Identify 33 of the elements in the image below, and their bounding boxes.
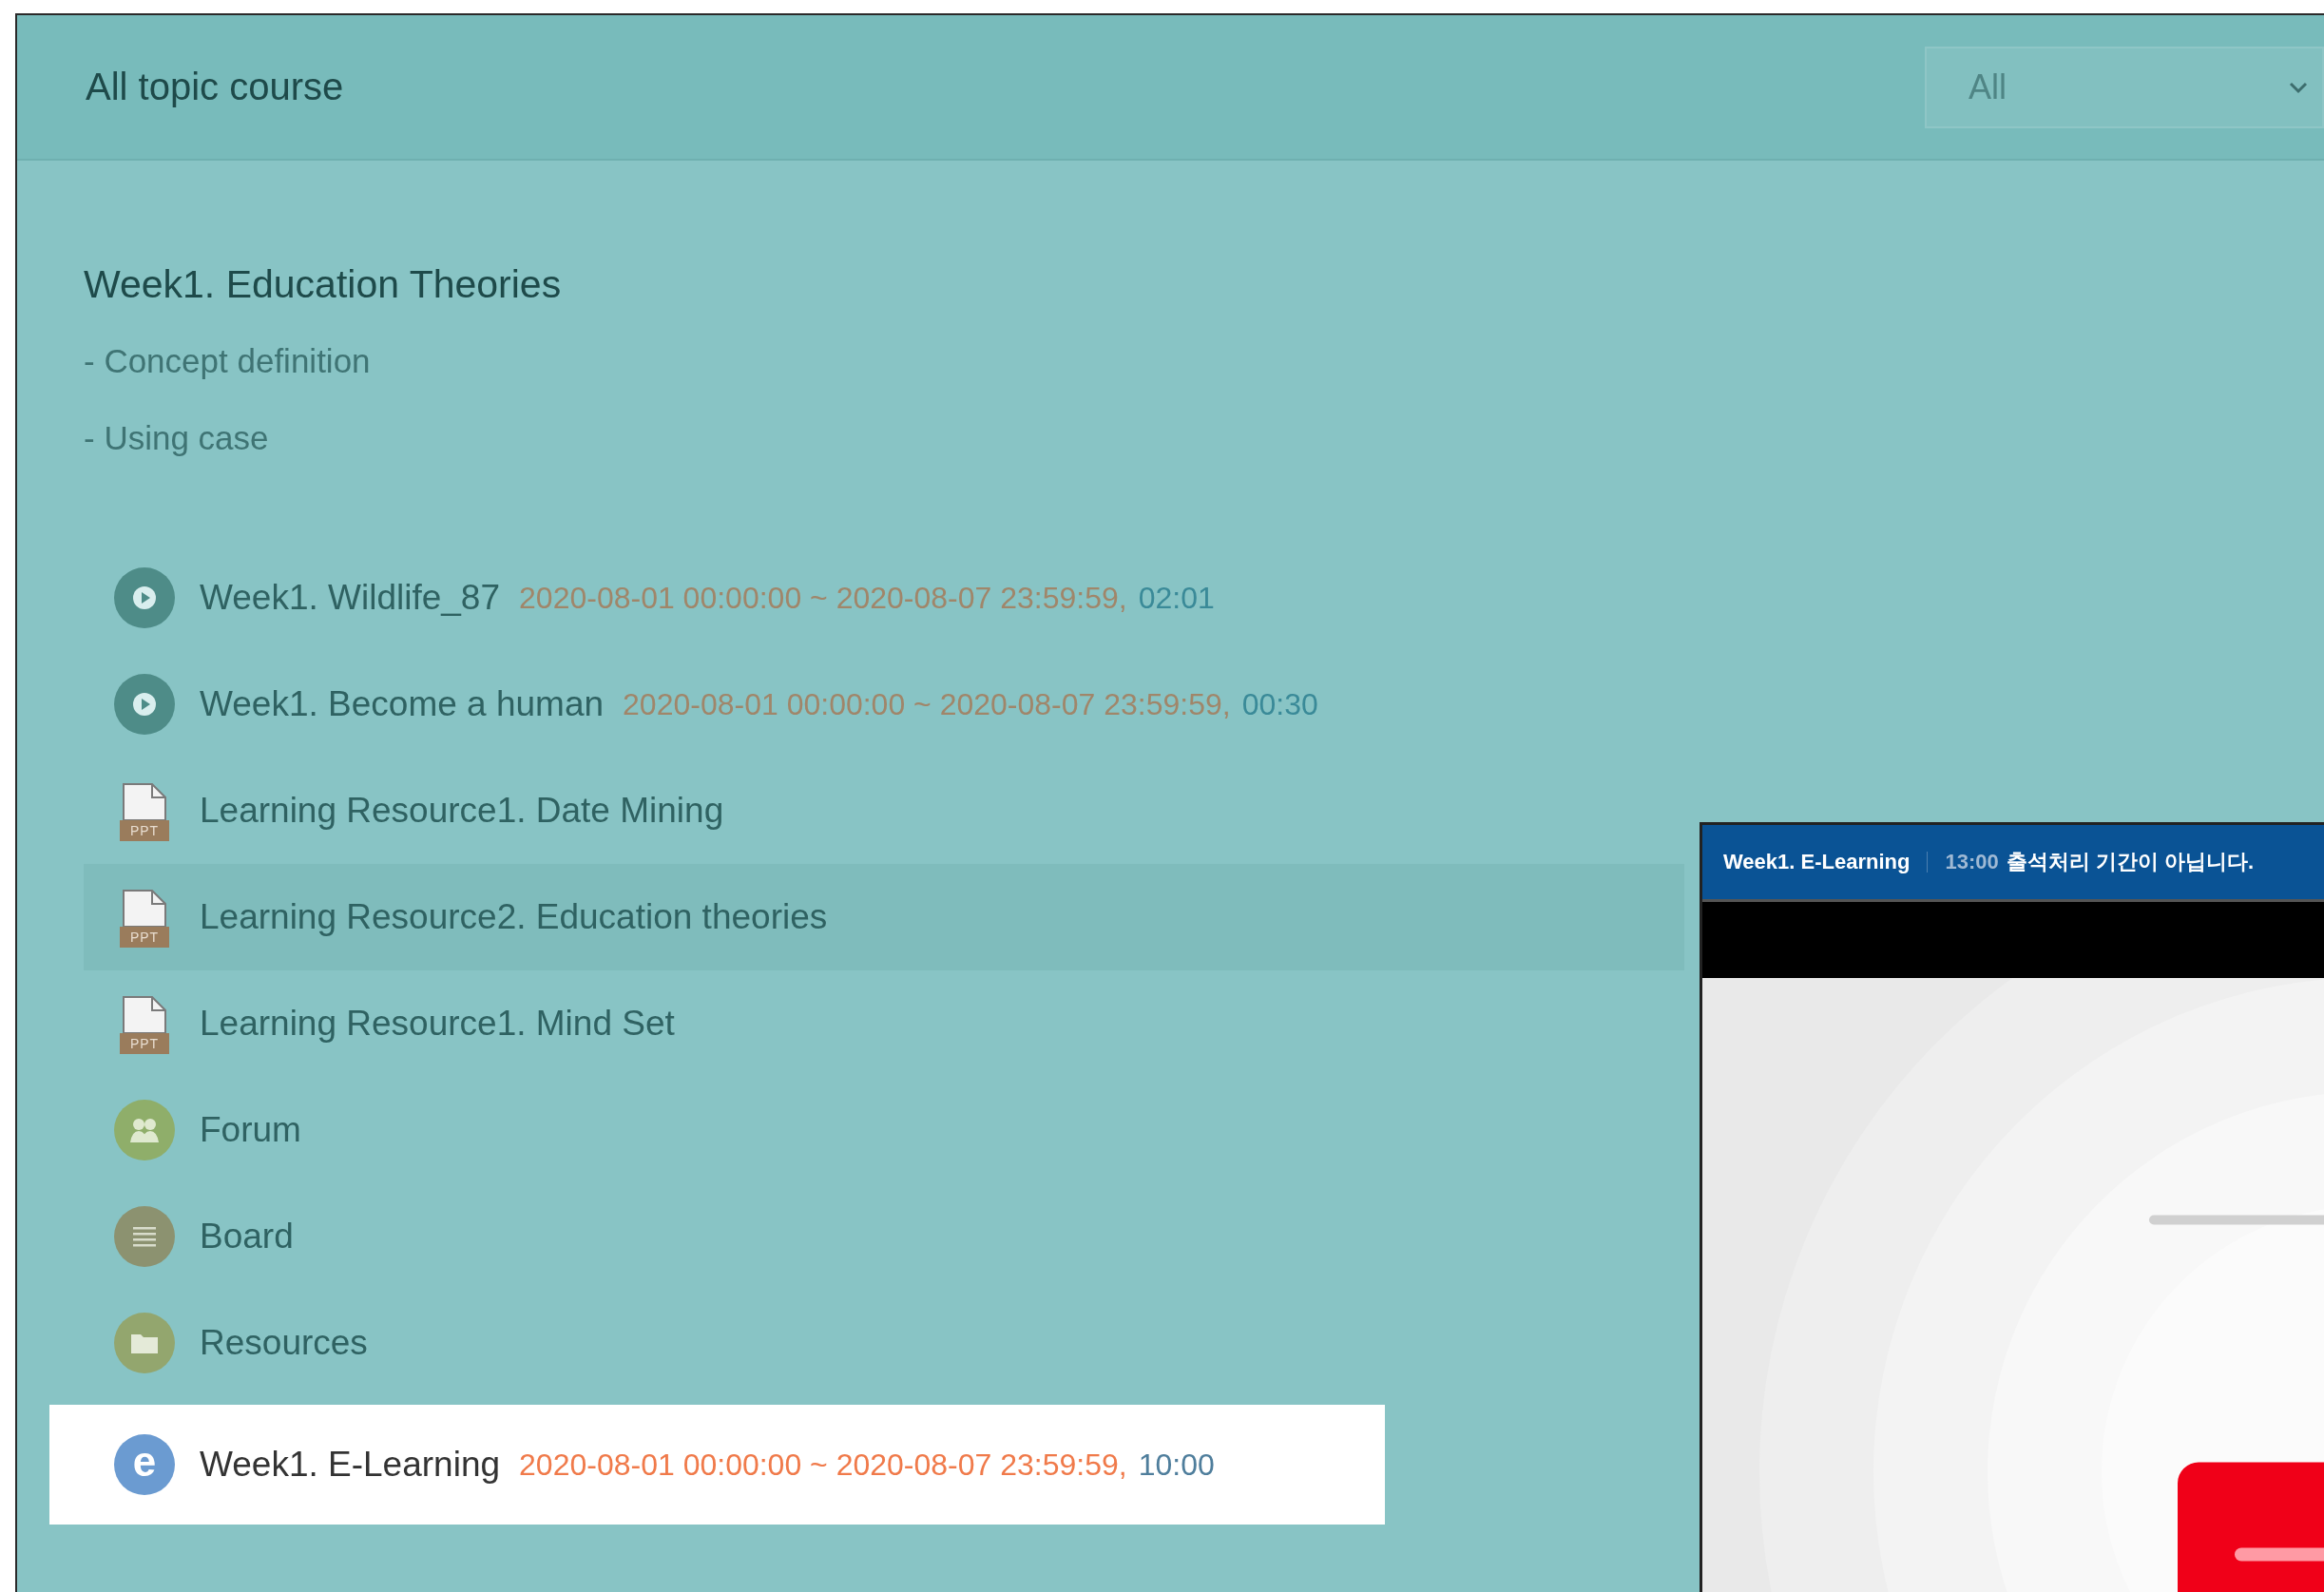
e-learning-icon: e bbox=[114, 1434, 175, 1495]
hovered-activity-row[interactable]: PPT Learning Resource2. Education theories bbox=[84, 864, 1684, 970]
section-title: Week1. Education Theories bbox=[84, 261, 563, 308]
chevron-down-icon bbox=[2288, 80, 2309, 94]
player-time: 13:00 bbox=[1945, 850, 1999, 874]
topic-item: - Concept definition bbox=[84, 341, 372, 381]
activity-link[interactable]: Resources bbox=[200, 1323, 368, 1363]
activity-link[interactable]: Week1. Become a human bbox=[200, 684, 605, 724]
filter-select[interactable]: All bbox=[1925, 46, 2324, 128]
attendance-message: 출석처리 기간이 아닙니다. bbox=[2006, 849, 2255, 875]
activity-period: 2020-08-01 00:00:00 ~ 2020-08-07 23:59:59, bbox=[623, 686, 1231, 722]
file-type-label: PPT bbox=[120, 1033, 169, 1054]
activity-link[interactable]: Forum bbox=[200, 1110, 301, 1150]
document-icon bbox=[123, 783, 166, 823]
highlighted-activity-row[interactable]: e Week1. E-Learning 2020-08-01 00:00:00 ~ 2020-08-07 23:59:59, 10:00 bbox=[49, 1405, 1385, 1525]
document-icon bbox=[123, 996, 166, 1036]
file-type-label: PPT bbox=[120, 927, 169, 948]
player-title: Week1. E-Learning bbox=[1723, 850, 1911, 874]
topic-item: - Using case bbox=[84, 418, 270, 458]
activity-duration: 02:01 bbox=[1138, 580, 1215, 616]
activity-period: 2020-08-01 00:00:00 ~ 2020-08-07 23:59:59, bbox=[519, 1447, 1127, 1483]
activity-link[interactable]: Learning Resource1. Mind Set bbox=[200, 1004, 675, 1044]
activity-duration: 10:00 bbox=[1138, 1447, 1215, 1483]
activity-link[interactable]: Learning Resource1. Date Mining bbox=[200, 791, 724, 831]
activity-link[interactable]: Week1. Wildlife_87 bbox=[200, 578, 501, 618]
file-type-label: PPT bbox=[120, 820, 169, 841]
activity-duration: 00:30 bbox=[1241, 686, 1318, 722]
activity-period: 2020-08-01 00:00:00 ~ 2020-08-07 23:59:59, bbox=[519, 580, 1127, 616]
activity-link[interactable]: Week1. E-Learning bbox=[200, 1445, 501, 1485]
activity-link[interactable]: Learning Resource2. Education theories bbox=[200, 897, 828, 937]
activity-link[interactable]: Board bbox=[200, 1217, 294, 1256]
course-title: All topic course bbox=[86, 66, 344, 108]
document-icon bbox=[123, 890, 166, 930]
